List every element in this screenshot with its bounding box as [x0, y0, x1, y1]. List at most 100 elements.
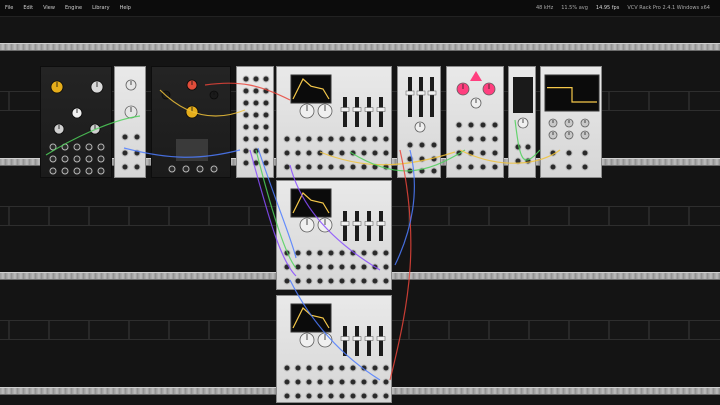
- module-m3[interactable]: [151, 66, 231, 178]
- jack[interactable]: [455, 121, 463, 129]
- jack[interactable]: [371, 135, 379, 143]
- jack[interactable]: [49, 167, 57, 175]
- jack[interactable]: [316, 249, 324, 257]
- play-icon[interactable]: [470, 71, 482, 81]
- jack[interactable]: [327, 364, 335, 372]
- jack[interactable]: [242, 135, 250, 143]
- jack[interactable]: [61, 143, 69, 151]
- jack[interactable]: [305, 277, 313, 285]
- slider-handle[interactable]: [376, 221, 386, 226]
- jack[interactable]: [327, 378, 335, 386]
- jack[interactable]: [252, 75, 260, 83]
- jack[interactable]: [242, 159, 250, 167]
- jack[interactable]: [360, 392, 368, 400]
- jack[interactable]: [61, 167, 69, 175]
- jack[interactable]: [97, 167, 105, 175]
- jack[interactable]: [406, 141, 414, 149]
- jack[interactable]: [491, 121, 499, 129]
- jack[interactable]: [121, 133, 129, 141]
- jack[interactable]: [316, 378, 324, 386]
- jack[interactable]: [338, 277, 346, 285]
- jack[interactable]: [418, 167, 426, 175]
- rack-area[interactable]: [0, 17, 720, 405]
- menu-engine[interactable]: Engine: [60, 5, 87, 11]
- jack[interactable]: [283, 149, 291, 157]
- module-m1[interactable]: [40, 66, 112, 178]
- jack[interactable]: [305, 378, 313, 386]
- jack[interactable]: [283, 163, 291, 171]
- jack[interactable]: [73, 143, 81, 151]
- jack[interactable]: [283, 263, 291, 271]
- jack[interactable]: [491, 163, 499, 171]
- slider-handle[interactable]: [376, 336, 386, 341]
- jack[interactable]: [338, 392, 346, 400]
- jack[interactable]: [294, 392, 302, 400]
- menu-help[interactable]: Help: [115, 5, 136, 11]
- jack[interactable]: [382, 249, 390, 257]
- jack[interactable]: [360, 135, 368, 143]
- jack[interactable]: [371, 249, 379, 257]
- module-m7[interactable]: [446, 66, 504, 178]
- jack[interactable]: [349, 149, 357, 157]
- jack[interactable]: [316, 149, 324, 157]
- menu-edit[interactable]: Edit: [18, 5, 38, 11]
- jack[interactable]: [371, 263, 379, 271]
- jack[interactable]: [327, 149, 335, 157]
- jack[interactable]: [382, 392, 390, 400]
- jack[interactable]: [360, 149, 368, 157]
- slider-handle[interactable]: [352, 107, 362, 112]
- jack[interactable]: [283, 392, 291, 400]
- jack[interactable]: [406, 167, 414, 175]
- jack[interactable]: [479, 163, 487, 171]
- jack[interactable]: [327, 249, 335, 257]
- jack[interactable]: [305, 135, 313, 143]
- jack[interactable]: [316, 163, 324, 171]
- jack[interactable]: [49, 143, 57, 151]
- jack[interactable]: [406, 155, 414, 163]
- jack[interactable]: [371, 163, 379, 171]
- jack[interactable]: [349, 364, 357, 372]
- jack[interactable]: [371, 378, 379, 386]
- jack[interactable]: [360, 263, 368, 271]
- jack[interactable]: [133, 133, 141, 141]
- jack[interactable]: [549, 149, 557, 157]
- slider-handle[interactable]: [364, 336, 374, 341]
- jack[interactable]: [242, 123, 250, 131]
- jack[interactable]: [418, 141, 426, 149]
- jack[interactable]: [196, 165, 204, 173]
- jack[interactable]: [338, 364, 346, 372]
- jack[interactable]: [262, 147, 270, 155]
- jack[interactable]: [283, 378, 291, 386]
- jack[interactable]: [49, 155, 57, 163]
- jack[interactable]: [327, 277, 335, 285]
- module-m11[interactable]: [276, 295, 392, 403]
- jack[interactable]: [85, 167, 93, 175]
- jack[interactable]: [210, 165, 218, 173]
- jack[interactable]: [371, 392, 379, 400]
- jack[interactable]: [242, 75, 250, 83]
- slider-handle[interactable]: [427, 90, 437, 96]
- module-m2[interactable]: [114, 66, 146, 178]
- jack[interactable]: [338, 249, 346, 257]
- jack[interactable]: [349, 135, 357, 143]
- module-m10[interactable]: [276, 180, 392, 290]
- jack[interactable]: [168, 165, 176, 173]
- jack[interactable]: [382, 378, 390, 386]
- jack[interactable]: [338, 263, 346, 271]
- jack[interactable]: [283, 277, 291, 285]
- jack[interactable]: [294, 135, 302, 143]
- jack[interactable]: [262, 87, 270, 95]
- jack[interactable]: [349, 392, 357, 400]
- jack[interactable]: [491, 135, 499, 143]
- jack[interactable]: [371, 149, 379, 157]
- slider-handle[interactable]: [405, 90, 415, 96]
- jack[interactable]: [467, 135, 475, 143]
- jack[interactable]: [382, 277, 390, 285]
- jack[interactable]: [252, 159, 260, 167]
- slider-handle[interactable]: [340, 221, 350, 226]
- jack[interactable]: [467, 121, 475, 129]
- jack[interactable]: [262, 75, 270, 83]
- menu-file[interactable]: File: [0, 5, 18, 11]
- jack[interactable]: [73, 167, 81, 175]
- jack[interactable]: [283, 135, 291, 143]
